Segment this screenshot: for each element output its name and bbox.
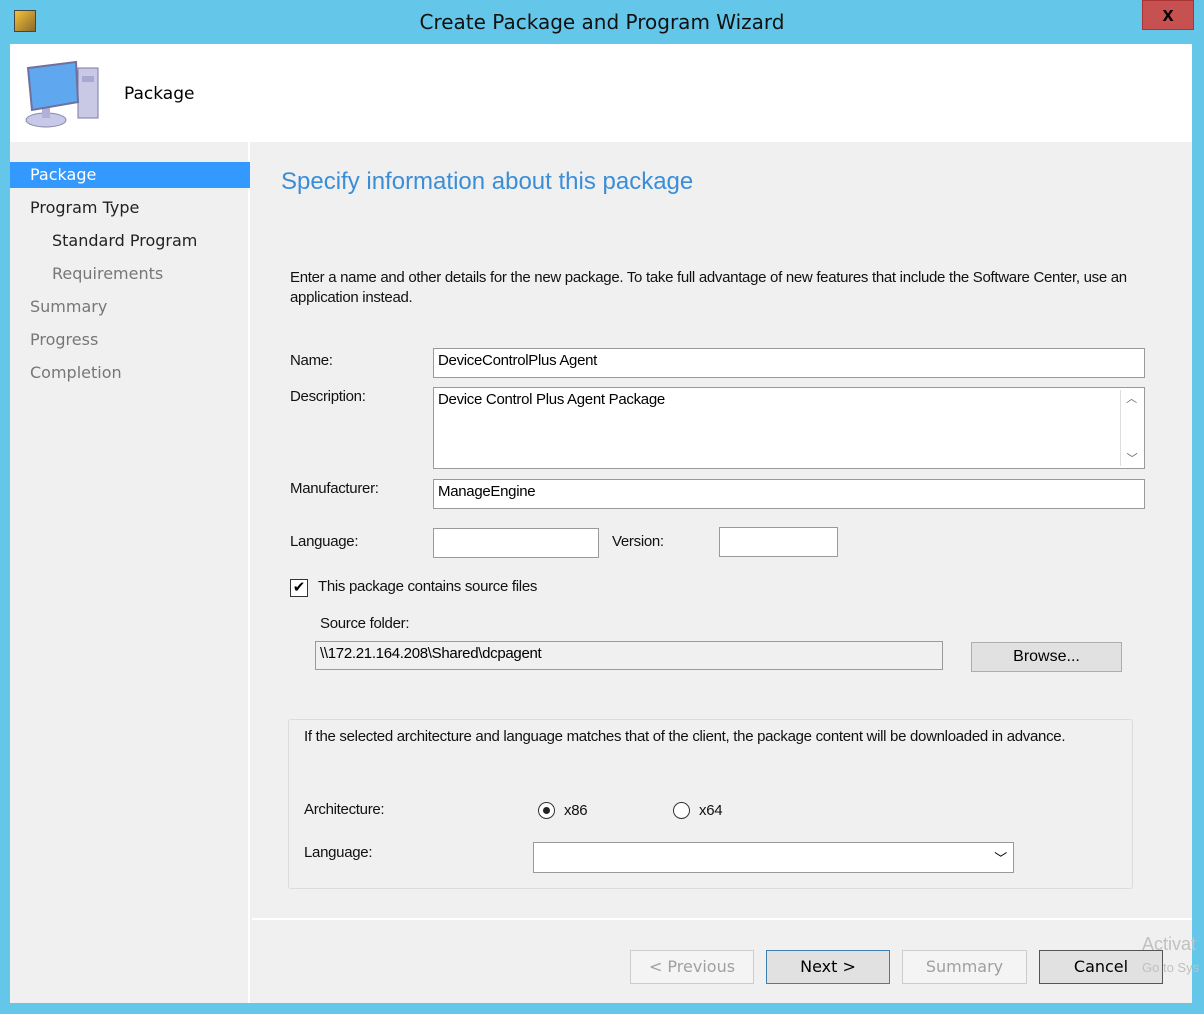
header-title: Package xyxy=(124,84,195,104)
x64-label: x64 xyxy=(699,802,723,819)
description-textarea[interactable]: Device Control Plus Agent Package ︿ ﹀ xyxy=(433,387,1145,469)
activation-watermark: Activat xyxy=(1142,934,1197,954)
wizard-steps: Package Program Type Standard Program Re… xyxy=(10,142,250,1003)
x86-label: x86 xyxy=(564,802,588,819)
source-files-checkbox[interactable]: ✔ xyxy=(290,579,308,597)
group-description: If the selected architecture and languag… xyxy=(304,728,1066,745)
step-standard-program: Standard Program xyxy=(52,231,198,250)
step-program-type: Program Type xyxy=(30,198,140,217)
step-requirements: Requirements xyxy=(52,264,164,283)
scroll-down-icon[interactable]: ﹀ xyxy=(1121,450,1143,466)
manufacturer-input[interactable]: ManageEngine xyxy=(433,479,1145,509)
version-input[interactable] xyxy=(719,527,838,557)
step-package: Package xyxy=(10,162,250,188)
chevron-down-icon: ﹀ xyxy=(994,851,1007,866)
scroll-up-icon[interactable]: ︿ xyxy=(1121,390,1142,406)
summary-button[interactable]: Summary xyxy=(902,950,1027,984)
window-title: Create Package and Program Wizard xyxy=(419,10,785,34)
language-select[interactable]: ﹀ xyxy=(533,842,1014,873)
previous-button[interactable]: < Previous xyxy=(630,950,754,984)
footer-divider xyxy=(252,918,1192,920)
page-title: Specify information about this package xyxy=(281,168,694,195)
intro-text: Enter a name and other details for the n… xyxy=(290,269,1127,306)
computer-icon xyxy=(25,60,99,128)
name-label: Name: xyxy=(290,352,333,369)
browse-button[interactable]: Browse... xyxy=(971,642,1122,672)
name-input[interactable]: DeviceControlPlus Agent xyxy=(433,348,1145,378)
manufacturer-label: Manufacturer: xyxy=(290,480,379,497)
scrollbar[interactable]: ︿ ﹀ xyxy=(1120,390,1142,466)
language-input[interactable] xyxy=(433,528,599,558)
version-label: Version: xyxy=(612,533,664,550)
x64-radio[interactable] xyxy=(673,802,690,819)
description-text: Device Control Plus Agent Package xyxy=(438,391,665,408)
step-summary: Summary xyxy=(30,297,108,316)
x86-radio[interactable] xyxy=(538,802,555,819)
architecture-label: Architecture: xyxy=(304,801,385,818)
source-files-label: This package contains source files xyxy=(318,578,538,595)
group-language-label: Language: xyxy=(304,844,373,861)
next-button[interactable]: Next > xyxy=(766,950,890,984)
activation-watermark-sub: Go to Sys xyxy=(1142,960,1200,975)
close-button[interactable]: x xyxy=(1142,0,1194,30)
source-folder-label: Source folder: xyxy=(320,615,410,632)
step-completion: Completion xyxy=(30,363,122,382)
source-folder-input[interactable]: \\172.21.164.208\Shared\dcpagent xyxy=(315,641,943,670)
language-label: Language: xyxy=(290,533,359,550)
step-progress: Progress xyxy=(30,330,99,349)
description-label: Description: xyxy=(290,388,366,405)
